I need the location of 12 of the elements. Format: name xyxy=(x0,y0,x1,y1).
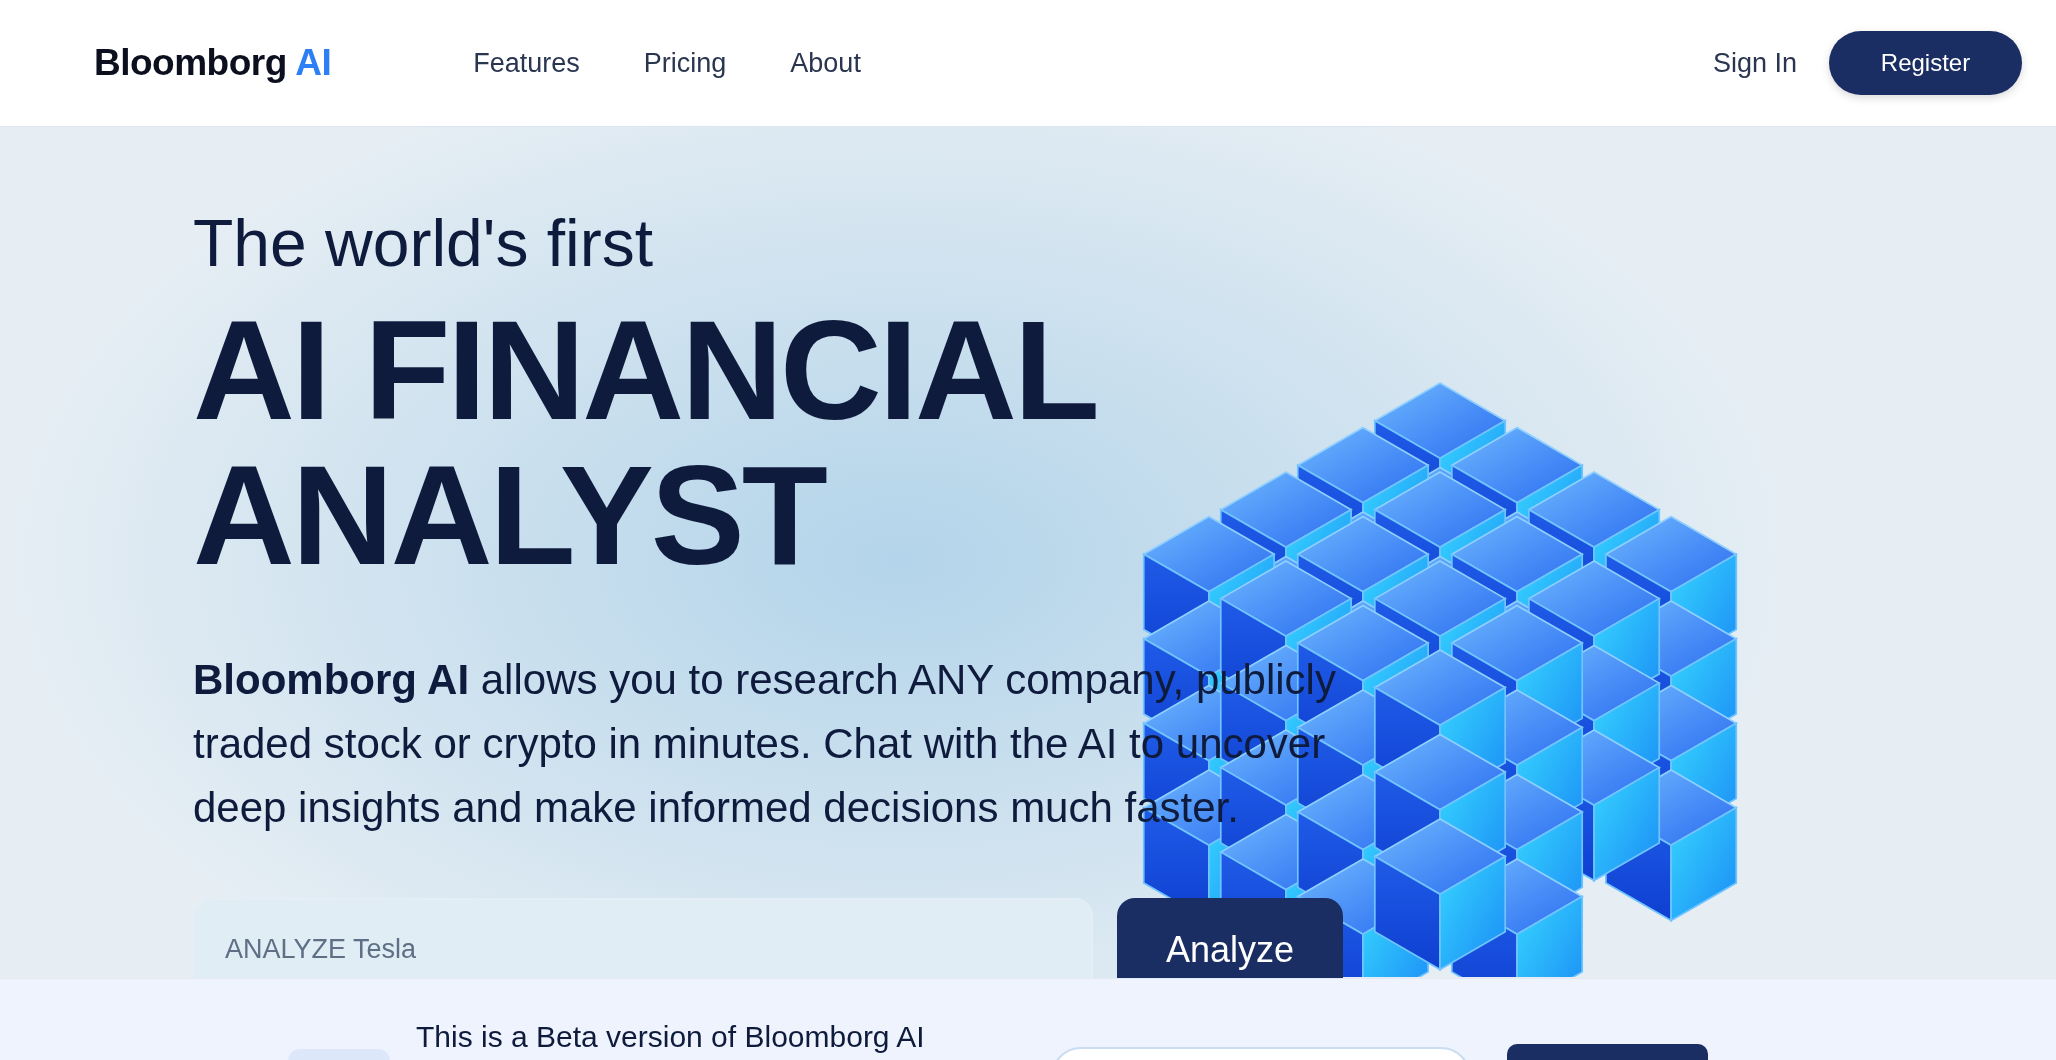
nav-link[interactable]: Features xyxy=(473,47,580,79)
sign-in-link[interactable]: Sign In xyxy=(1712,47,1797,79)
hero-headline: AI FINANCIAL xyxy=(193,297,1098,443)
analyze-input-field[interactable]: ANALYZE Tesla xyxy=(193,897,1093,978)
beta-message: This is a Beta version of Bloomborg AI xyxy=(416,1019,925,1055)
nav-link[interactable]: Pricing xyxy=(643,47,727,79)
hero-headline: ANALYST xyxy=(193,442,827,588)
register-button[interactable]: Register xyxy=(1829,31,2022,95)
analyze-button[interactable]: Analyze xyxy=(1117,897,1343,978)
hero-kicker: The world's first xyxy=(193,207,655,280)
logo[interactable]: Bloomborg AI xyxy=(94,42,332,84)
nav-link[interactable]: About xyxy=(790,47,861,79)
